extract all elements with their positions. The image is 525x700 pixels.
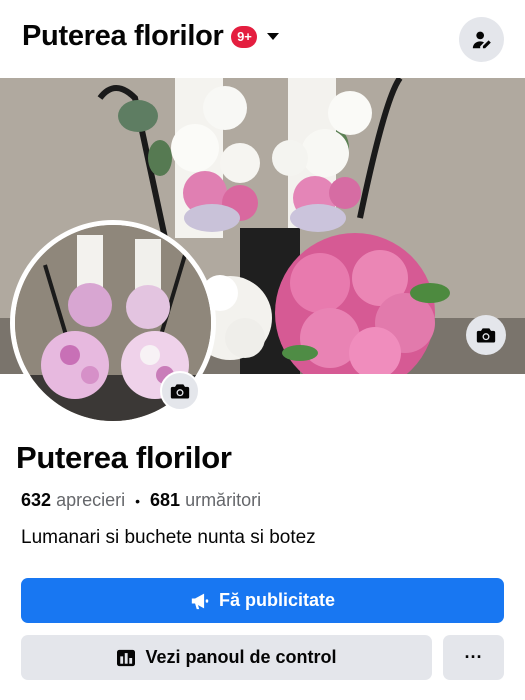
dashboard-icon	[117, 649, 136, 666]
avatar-camera-button[interactable]	[160, 371, 200, 411]
followers-count[interactable]: 681	[150, 490, 180, 511]
more-options-button[interactable]: ···	[443, 635, 504, 680]
cover-camera-button[interactable]	[466, 315, 506, 355]
stats-separator: •	[135, 492, 140, 509]
profile-name: Puterea florilor	[16, 440, 232, 475]
user-pen-icon	[472, 31, 491, 48]
likes-count[interactable]: 632	[21, 490, 51, 511]
notification-badge: 9+	[231, 25, 258, 48]
promote-button-label: Fă publicitate	[218, 590, 335, 610]
page-stats: 632 aprecieri • 681 urmăritori	[21, 490, 261, 511]
top-bar: Puterea florilor 9+	[0, 0, 525, 78]
promote-button[interactable]: Fă publicitate	[21, 578, 504, 623]
camera-icon	[476, 328, 496, 343]
camera-icon	[170, 384, 190, 399]
dashboard-button-label: Vezi panoul de control	[145, 647, 337, 667]
likes-label[interactable]: aprecieri	[56, 490, 125, 511]
page-switcher[interactable]: Puterea florilor 9+	[22, 20, 280, 53]
page-bio: Lumanari si buchete nunta si botez	[21, 527, 316, 548]
more-icon: ···	[464, 647, 483, 667]
followers-label[interactable]: urmăritori	[185, 490, 261, 511]
profile-switch-button[interactable]	[459, 17, 504, 62]
chevron-down-icon	[267, 33, 280, 40]
megaphone-icon	[191, 593, 209, 609]
page-title: Puterea florilor	[22, 20, 224, 52]
dashboard-button[interactable]: Vezi panoul de control	[21, 635, 432, 680]
